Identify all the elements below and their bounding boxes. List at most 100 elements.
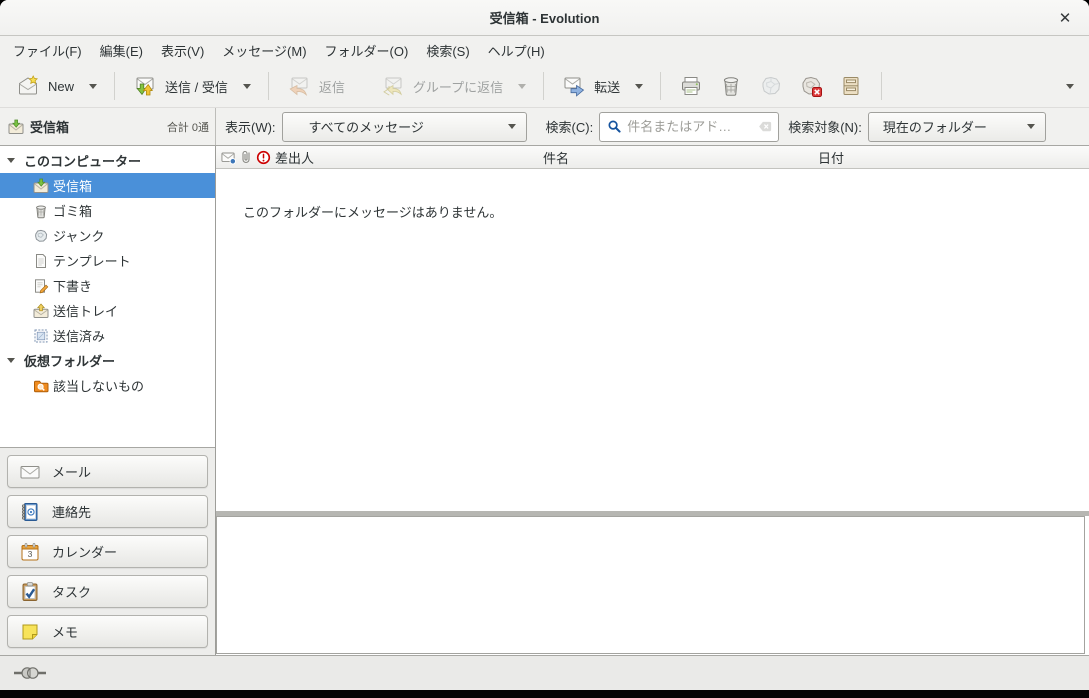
new-mail-icon xyxy=(16,74,40,98)
folder-row-outbox[interactable]: 送信トレイ xyxy=(0,298,215,323)
switcher-label: 連絡先 xyxy=(52,502,91,521)
online-status-icon[interactable] xyxy=(13,665,47,681)
reply-label: 返信 xyxy=(319,77,345,96)
forward-dropdown[interactable] xyxy=(628,79,650,94)
not-junk-button[interactable] xyxy=(791,69,831,103)
folder-row-unmatched[interactable]: 該当しないもの xyxy=(0,373,215,398)
inbox-icon xyxy=(33,178,49,194)
evolution-window: 受信箱 - Evolution ✕ ファイル(F) 編集(E) 表示(V) メッ… xyxy=(0,0,1089,698)
folder-label: テンプレート xyxy=(53,251,131,270)
show-filter-dropdown[interactable]: すべてのメッセージ xyxy=(282,112,527,142)
expander-icon[interactable] xyxy=(7,158,15,163)
menu-help[interactable]: ヘルプ(H) xyxy=(479,37,554,64)
menu-message[interactable]: メッセージ(M) xyxy=(213,37,315,64)
switcher-label: タスク xyxy=(52,582,91,601)
menu-file[interactable]: ファイル(F) xyxy=(4,37,91,64)
inbox-icon xyxy=(8,119,24,135)
memo-icon xyxy=(19,621,41,643)
filterbar: 受信箱 合計 0通 表示(W): すべてのメッセージ 検索(C): 検索対象(N… xyxy=(0,108,1089,146)
search-icon xyxy=(607,119,622,134)
toolbar-separator xyxy=(543,72,544,100)
folder-label: ゴミ箱 xyxy=(53,201,92,220)
dock-strip xyxy=(0,690,1089,698)
switcher-label: メール xyxy=(52,462,91,481)
folder-label: 送信済み xyxy=(53,326,105,345)
group-reply-icon xyxy=(381,74,405,98)
column-subject[interactable]: 件名 xyxy=(543,148,818,167)
statusbar xyxy=(0,655,1089,690)
folder-row-sent[interactable]: 送信済み xyxy=(0,323,215,348)
menu-view[interactable]: 表示(V) xyxy=(152,37,213,64)
message-list-body[interactable]: このフォルダーにメッセージはありません。 xyxy=(216,169,1089,511)
folder-row-junk[interactable]: ジャンク xyxy=(0,223,215,248)
menu-search[interactable]: 検索(S) xyxy=(417,37,478,64)
folder-row-inbox[interactable]: 受信箱 xyxy=(0,173,215,198)
search-input[interactable] xyxy=(627,119,758,134)
switcher-calendar-button[interactable]: 3 カレンダー xyxy=(7,535,208,568)
new-mail-button[interactable]: New xyxy=(8,69,82,103)
chevron-down-icon xyxy=(1066,84,1074,89)
chevron-down-icon xyxy=(508,124,516,129)
print-button[interactable] xyxy=(671,69,711,103)
archive-button[interactable] xyxy=(831,69,871,103)
folder-label: ジャンク xyxy=(53,226,104,245)
preview-pane[interactable] xyxy=(216,516,1085,654)
folder-label: 該当しないもの xyxy=(53,376,144,395)
switcher-label: メモ xyxy=(52,622,78,641)
clear-search-icon[interactable] xyxy=(758,119,773,134)
folder-group-search-folders[interactable]: 仮想フォルダー xyxy=(0,348,215,373)
expander-icon[interactable] xyxy=(7,358,15,363)
chevron-down-icon xyxy=(1027,124,1035,129)
new-mail-label: New xyxy=(48,79,74,94)
group-reply-button[interactable]: グループに返信 xyxy=(373,69,511,103)
junk-icon xyxy=(33,228,49,244)
outbox-icon xyxy=(33,303,49,319)
folder-group-label: このコンピューター xyxy=(24,151,141,170)
tasks-icon xyxy=(19,581,41,603)
read-status-icon xyxy=(221,150,236,165)
toolbar-separator xyxy=(114,72,115,100)
switcher-tasks-button[interactable]: タスク xyxy=(7,575,208,608)
scope-dropdown[interactable]: 現在のフォルダー xyxy=(868,112,1046,142)
folder-row-drafts[interactable]: 下書き xyxy=(0,273,215,298)
column-from[interactable]: 差出人 xyxy=(216,148,543,167)
menu-folder[interactable]: フォルダー(O) xyxy=(316,37,418,64)
column-subject-label: 件名 xyxy=(543,151,569,166)
sent-icon xyxy=(33,328,49,344)
message-list-pane: 差出人 件名 日付 このフォルダーにメッセージはありません。 xyxy=(216,146,1089,655)
switcher-memos-button[interactable]: メモ xyxy=(7,615,208,648)
chevron-down-icon xyxy=(518,84,526,89)
folder-row-templates[interactable]: テンプレート xyxy=(0,248,215,273)
folder-label: 受信箱 xyxy=(53,176,92,195)
junk-icon xyxy=(759,74,783,98)
switcher-contacts-button[interactable]: 連絡先 xyxy=(7,495,208,528)
scope-label: 検索対象(N): xyxy=(788,117,862,136)
column-date[interactable]: 日付 xyxy=(818,148,1089,167)
toolbar-overflow-dropdown[interactable] xyxy=(1059,79,1081,94)
folder-label: 下書き xyxy=(53,276,92,295)
toolbar-separator xyxy=(881,72,882,100)
send-receive-button[interactable]: 送信 / 受信 xyxy=(125,69,236,103)
search-entry[interactable] xyxy=(599,112,779,142)
folder-group-this-computer[interactable]: このコンピューター xyxy=(0,148,215,173)
folder-group-label: 仮想フォルダー xyxy=(24,351,115,370)
junk-button[interactable] xyxy=(751,69,791,103)
forward-button[interactable]: 転送 xyxy=(554,69,628,103)
close-button[interactable]: ✕ xyxy=(1053,6,1077,30)
toolbar-separator xyxy=(268,72,269,100)
menu-edit[interactable]: 編集(E) xyxy=(91,37,152,64)
message-list-header: 差出人 件名 日付 xyxy=(216,146,1089,169)
empty-folder-message: このフォルダーにメッセージはありません。 xyxy=(243,202,1089,221)
toolbar: New 送信 / 受信 返信 グループに返信 xyxy=(0,65,1089,108)
folder-row-trash[interactable]: ゴミ箱 xyxy=(0,198,215,223)
switcher-label: カレンダー xyxy=(52,542,117,561)
current-folder-name: 受信箱 xyxy=(30,117,69,136)
current-folder-indicator: 受信箱 合計 0通 xyxy=(0,108,216,145)
new-mail-dropdown[interactable] xyxy=(82,79,104,94)
delete-button[interactable] xyxy=(711,69,751,103)
chevron-down-icon xyxy=(243,84,251,89)
send-receive-dropdown[interactable] xyxy=(236,79,258,94)
group-reply-dropdown[interactable] xyxy=(511,79,533,94)
reply-button[interactable]: 返信 xyxy=(279,69,353,103)
switcher-mail-button[interactable]: メール xyxy=(7,455,208,488)
